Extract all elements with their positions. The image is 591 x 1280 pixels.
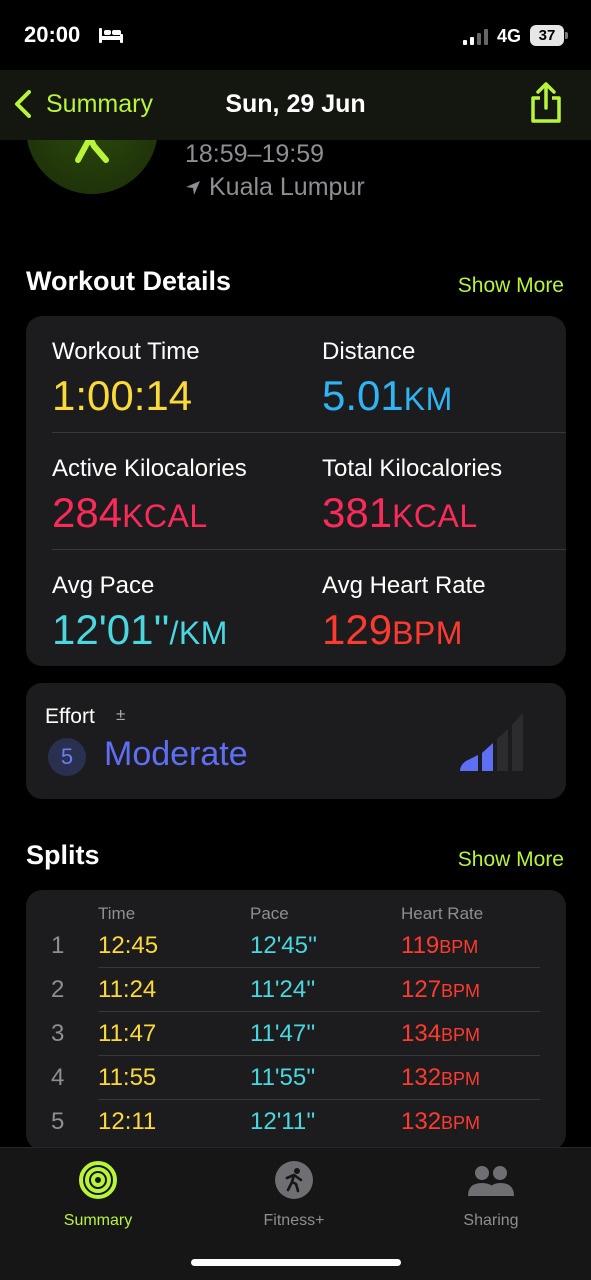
navigation-bar: Summary Sun, 29 Jun	[0, 70, 591, 140]
share-icon[interactable]	[528, 82, 564, 124]
effort-adjust-icon[interactable]: ±	[116, 705, 125, 725]
table-row: 5 12:11 12'11'' 132BPM	[51, 1108, 481, 1135]
table-row: 2 11:24 11'24'' 127BPM	[26, 968, 566, 1012]
splits-show-more[interactable]: Show More	[458, 848, 564, 872]
metric-total-kcal: Total Kilocalories 381KCAL	[322, 455, 572, 537]
battery-icon: 37	[530, 25, 568, 46]
metric-label: Active Kilocalories	[52, 455, 247, 482]
metric-avg-pace: Avg Pace 12'01''/KM	[52, 572, 302, 654]
metric-value: 284KCAL	[52, 489, 208, 536]
workout-time-range: 18:59–19:59	[185, 140, 325, 168]
metric-value: 1:00:14	[52, 372, 193, 419]
status-time: 20:00	[24, 22, 81, 47]
metric-label: Distance	[322, 338, 416, 365]
splits-header-pace: Pace	[250, 904, 289, 923]
effort-card[interactable]: Effort ± 5 Moderate	[26, 683, 566, 799]
cellular-signal-icon	[463, 29, 488, 45]
sharing-people-icon	[468, 1166, 514, 1196]
effort-bars-icon	[460, 713, 523, 771]
metric-value: 12'01''/KM	[52, 606, 228, 653]
splits-header-time: Time	[98, 904, 136, 923]
table-row: 1 12:45 12'45'' 119BPM	[26, 924, 566, 968]
metric-label: Total Kilocalories	[322, 455, 503, 482]
effort-label: Effort	[45, 705, 95, 728]
network-type: 4G	[497, 26, 522, 46]
metric-active-kcal: Active Kilocalories 284KCAL	[52, 455, 302, 537]
fitness-plus-runner-icon	[275, 1161, 313, 1199]
battery-level: 37	[530, 25, 564, 46]
table-row: 3 11:47 11'47'' 134BPM	[26, 1012, 566, 1056]
metric-label: Workout Time	[52, 338, 200, 365]
divider	[52, 549, 566, 550]
metric-workout-time: Workout Time 1:00:14	[52, 338, 302, 420]
metric-distance: Distance 5.01KM	[322, 338, 572, 420]
tab-label: Sharing	[463, 1212, 519, 1229]
effort-level: Moderate	[104, 735, 248, 773]
metric-label: Avg Pace	[52, 572, 155, 599]
home-indicator[interactable]	[191, 1259, 401, 1266]
tab-label: Fitness+	[263, 1212, 325, 1229]
status-bar: 20:00 4G 37	[0, 0, 591, 70]
metric-label: Avg Heart Rate	[322, 572, 486, 599]
tab-sharing[interactable]: Sharing	[426, 1160, 556, 1230]
metric-value: 5.01KM	[322, 372, 453, 419]
workout-details-title: Workout Details	[26, 266, 232, 296]
activity-rings-icon	[79, 1161, 117, 1199]
metric-value: 381KCAL	[322, 489, 478, 536]
page-title: Sun, 29 Jun	[225, 90, 366, 118]
location-label: Kuala Lumpur	[209, 173, 365, 201]
divider	[52, 432, 566, 433]
splits-header-heart-rate: Heart Rate	[401, 904, 484, 923]
sleep-bed-icon	[99, 28, 123, 43]
table-row: 4 11:55 11'55'' 132BPM	[26, 1056, 566, 1100]
splits-table: Time Pace Heart Rate 1 12:45 12'45'' 119…	[26, 890, 566, 1150]
tab-label: Summary	[63, 1212, 133, 1229]
metric-value: 129BPM	[322, 606, 463, 653]
splits-title: Splits	[26, 840, 100, 870]
tab-summary[interactable]: Summary	[33, 1160, 163, 1230]
workout-details-show-more[interactable]: Show More	[458, 274, 564, 298]
workout-location: Kuala Lumpur	[185, 173, 365, 202]
metric-avg-heart-rate: Avg Heart Rate 129BPM	[322, 572, 572, 654]
location-arrow-icon	[186, 180, 200, 195]
tab-fitness-plus[interactable]: Fitness+	[229, 1160, 359, 1230]
workout-details-card: Workout Time 1:00:14 Distance 5.01KM Act…	[26, 316, 566, 666]
effort-score-badge: 5	[48, 738, 86, 776]
